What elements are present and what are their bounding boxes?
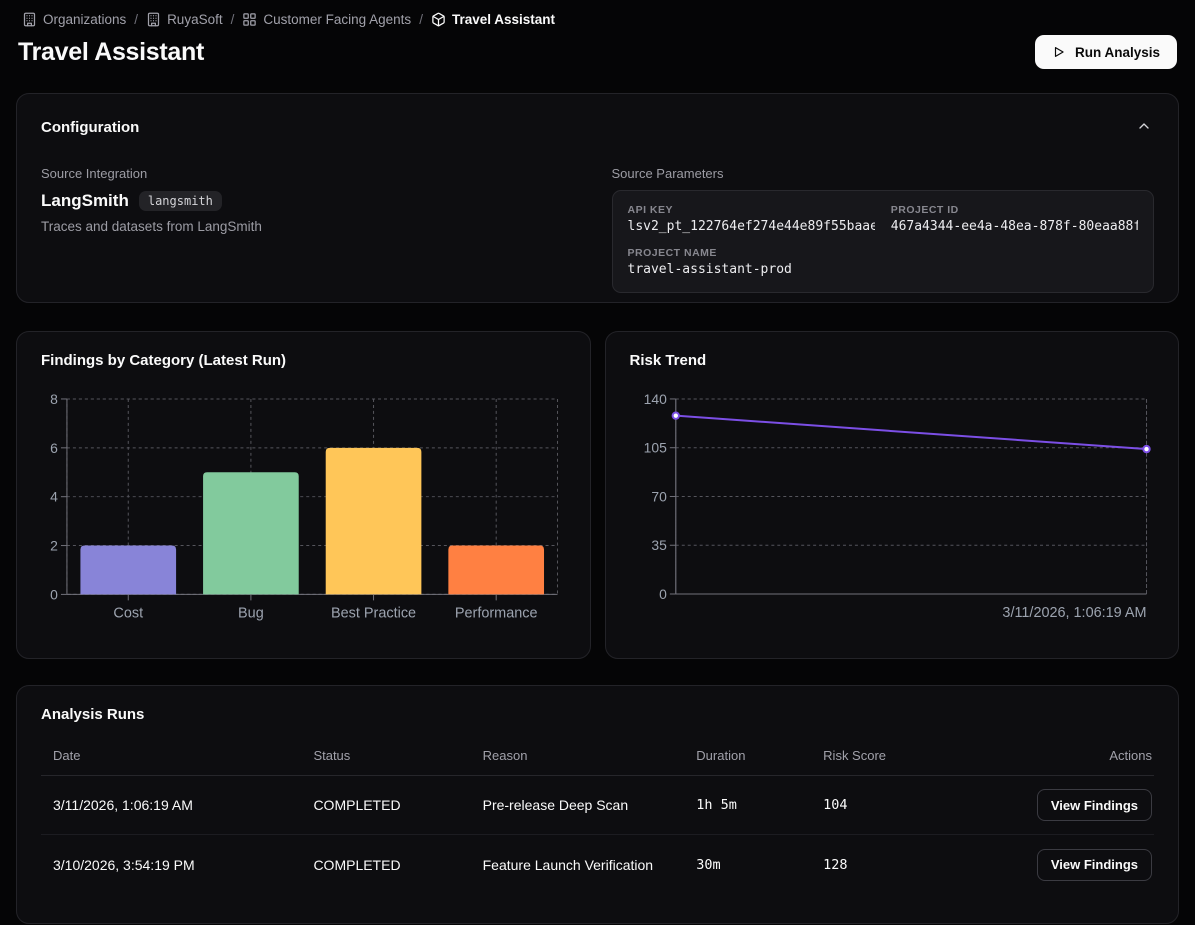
source-parameters-section: Source Parameters API KEY lsv2_pt_122764…: [612, 166, 1155, 293]
page-title: Travel Assistant: [18, 38, 204, 67]
run-status: COMPLETED: [301, 797, 470, 813]
run-duration: 1h 5m: [684, 797, 811, 813]
param-label: PROJECT NAME: [628, 247, 1139, 259]
run-date: 3/11/2026, 1:06:19 AM: [41, 797, 301, 813]
svg-text:70: 70: [651, 488, 667, 504]
run-analysis-label: Run Analysis: [1075, 45, 1160, 60]
source-integration-label: Source Integration: [41, 166, 584, 181]
findings-by-category-card: Findings by Category (Latest Run) 0 2 4 6 8 C…: [16, 331, 591, 659]
column-header-reason: Reason: [471, 748, 685, 763]
svg-text:6: 6: [50, 440, 58, 456]
run-risk-score: 104: [811, 797, 960, 813]
table-row: 3/10/2026, 3:54:19 PM COMPLETED Feature …: [41, 835, 1154, 894]
building-icon: [146, 12, 161, 27]
integration-description: Traces and datasets from LangSmith: [41, 219, 584, 234]
run-status: COMPLETED: [301, 857, 470, 873]
svg-text:Bug: Bug: [238, 605, 264, 621]
svg-text:3/11/2026, 1:06:19 AM: 3/11/2026, 1:06:19 AM: [1002, 605, 1146, 621]
breadcrumb-item-customer-facing-agents[interactable]: Customer Facing Agents: [242, 12, 411, 27]
analysis-runs-card: Analysis Runs Date Status Reason Duratio…: [16, 685, 1179, 924]
layout-grid-icon: [242, 12, 257, 27]
svg-text:4: 4: [50, 489, 58, 505]
box-icon: [431, 12, 446, 27]
param-api-key: API KEY lsv2_pt_122764ef274e44e89f55baae…: [628, 204, 875, 234]
breadcrumb-separator: /: [134, 12, 138, 27]
column-header-risk-score: Risk Score: [811, 748, 960, 763]
svg-text:0: 0: [659, 586, 667, 602]
column-header-date: Date: [41, 748, 301, 763]
svg-text:105: 105: [643, 440, 666, 456]
breadcrumb-label: Customer Facing Agents: [263, 12, 411, 27]
column-header-status: Status: [301, 748, 470, 763]
breadcrumb-item-organizations[interactable]: Organizations: [22, 12, 126, 27]
run-risk-score: 128: [811, 857, 960, 873]
integration-name: LangSmith: [41, 191, 129, 211]
source-parameters-label: Source Parameters: [612, 166, 1155, 181]
findings-bar-chart: 0 2 4 6 8 Cost Bug Best Practice Performance: [41, 389, 566, 632]
breadcrumb-label: Organizations: [43, 12, 126, 27]
svg-text:Best Practice: Best Practice: [331, 605, 416, 621]
risk-trend-card: Risk Trend 0 35 70 105 140 3/11/2026, 1:06:19…: [605, 331, 1180, 659]
breadcrumb-separator: /: [231, 12, 235, 27]
configuration-title: Configuration: [41, 119, 139, 136]
breadcrumb-item-travel-assistant[interactable]: Travel Assistant: [431, 12, 555, 27]
run-analysis-button[interactable]: Run Analysis: [1035, 35, 1177, 69]
column-header-duration: Duration: [684, 748, 811, 763]
param-value: 467a4344-ee4a-48ea-878f-80eaa88f…: [891, 219, 1138, 234]
breadcrumb-item-ruyasoft[interactable]: RuyaSoft: [146, 12, 223, 27]
analysis-runs-title: Analysis Runs: [41, 706, 1154, 723]
configuration-card: Configuration Source Integration LangSmi…: [16, 93, 1179, 303]
breadcrumb-label: Travel Assistant: [452, 12, 555, 27]
collapse-button[interactable]: [1134, 116, 1154, 139]
svg-text:8: 8: [50, 391, 58, 407]
bar-chart-title: Findings by Category (Latest Run): [41, 352, 566, 369]
svg-text:35: 35: [651, 537, 667, 553]
line-chart-title: Risk Trend: [630, 352, 1155, 369]
svg-text:Cost: Cost: [113, 605, 143, 621]
param-project-id: PROJECT ID 467a4344-ee4a-48ea-878f-80eaa…: [891, 204, 1138, 234]
chevron-up-icon: [1136, 118, 1152, 134]
param-label: API KEY: [628, 204, 875, 216]
page-header: Travel Assistant Run Analysis: [16, 35, 1179, 69]
integration-badge: langsmith: [139, 191, 222, 211]
run-reason: Feature Launch Verification: [471, 857, 685, 873]
run-duration: 30m: [684, 857, 811, 873]
svg-text:2: 2: [50, 538, 58, 554]
table-header-row: Date Status Reason Duration Risk Score A…: [41, 738, 1154, 776]
play-icon: [1052, 45, 1066, 59]
breadcrumb-separator: /: [419, 12, 423, 27]
breadcrumb-label: RuyaSoft: [167, 12, 223, 27]
svg-text:Performance: Performance: [455, 605, 538, 621]
run-reason: Pre-release Deep Scan: [471, 797, 685, 813]
risk-trend-line-chart: 0 35 70 105 140 3/11/2026, 1:06:19 AM: [630, 389, 1155, 632]
param-value: travel-assistant-prod: [628, 262, 1139, 277]
breadcrumb: Organizations / RuyaSoft / Customer Faci…: [16, 0, 1179, 27]
svg-text:0: 0: [50, 586, 58, 602]
view-findings-button[interactable]: View Findings: [1037, 789, 1152, 821]
source-parameters-panel: API KEY lsv2_pt_122764ef274e44e89f55baae…: [612, 190, 1155, 293]
view-findings-button[interactable]: View Findings: [1037, 849, 1152, 881]
building-icon: [22, 12, 37, 27]
table-row: 3/11/2026, 1:06:19 AM COMPLETED Pre-rele…: [41, 776, 1154, 835]
source-integration-section: Source Integration LangSmith langsmith T…: [41, 166, 584, 293]
run-date: 3/10/2026, 3:54:19 PM: [41, 857, 301, 873]
param-label: PROJECT ID: [891, 204, 1138, 216]
param-project-name: PROJECT NAME travel-assistant-prod: [628, 247, 1139, 277]
column-header-actions: Actions: [960, 748, 1154, 763]
svg-text:140: 140: [643, 391, 666, 407]
analysis-runs-table: Date Status Reason Duration Risk Score A…: [41, 738, 1154, 894]
param-value: lsv2_pt_122764ef274e44e89f55baae…: [628, 219, 875, 234]
